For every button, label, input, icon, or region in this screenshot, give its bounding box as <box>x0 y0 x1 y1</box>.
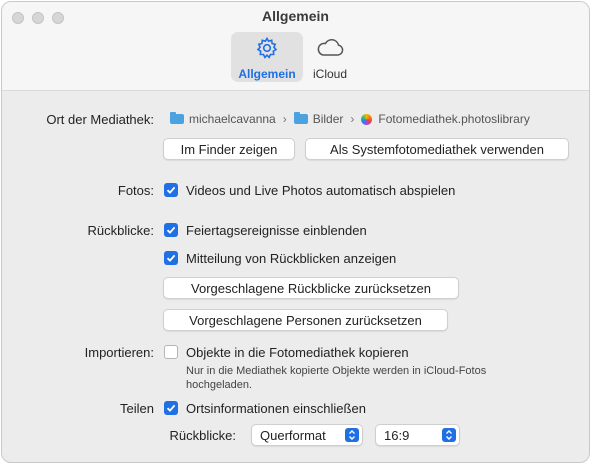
tab-allgemein-label: Allgemein <box>238 67 296 81</box>
memory-notifications-label: Mitteilung von Rückblicken anzeigen <box>186 251 397 266</box>
folder-icon <box>293 112 308 124</box>
path-segment-user: michaelcavanna <box>189 112 276 126</box>
path-segment-library: Fotomediathek.photoslibrary <box>378 112 530 126</box>
window-title: Allgemein <box>262 8 329 24</box>
path-separator-icon: › <box>350 112 355 126</box>
share-memories-label: Rückblicke: <box>169 428 236 443</box>
memories-label: Rückblicke: <box>87 223 154 238</box>
reset-suggested-people-button[interactable]: Vorgeschlagene Personen zurücksetzen <box>163 309 448 331</box>
memory-format-popup[interactable]: Querformat <box>251 424 363 446</box>
path-segment-pictures: Bilder <box>312 112 344 126</box>
checkmark-icon <box>166 186 176 194</box>
tab-icloud-label: iCloud <box>312 67 348 81</box>
gear-icon <box>255 36 279 65</box>
autoplay-checkbox[interactable] <box>164 183 178 197</box>
memory-format-value: Querformat <box>260 427 326 443</box>
cloud-icon <box>315 36 345 65</box>
share-label: Teilen <box>120 401 154 416</box>
import-note-line-1: Nur in die Mediathek kopierte Objekte we… <box>186 365 487 377</box>
holidays-label: Feiertagsereignisse einblenden <box>186 223 367 238</box>
tab-icloud[interactable]: iCloud <box>306 32 354 82</box>
preferences-window: Allgemein Allgemein iCloud Ort der Media… <box>1 1 590 463</box>
aspect-ratio-value: 16:9 <box>384 427 410 443</box>
checkmark-icon <box>166 254 176 262</box>
chevron-updown-icon <box>345 428 359 442</box>
import-note-line-2: hochgeladen. <box>186 379 253 391</box>
library-location-label: Ort der Mediathek: <box>46 112 154 127</box>
holidays-checkbox[interactable] <box>164 223 178 237</box>
general-pane: Ort der Mediathek: michaelcavanna › Bild… <box>2 90 589 462</box>
tab-allgemein[interactable]: Allgemein <box>231 32 303 82</box>
checkmark-icon <box>166 226 176 234</box>
aspect-ratio-popup[interactable]: 16:9 <box>375 424 460 446</box>
import-label: Importieren: <box>84 345 154 360</box>
show-in-finder-button[interactable]: Im Finder zeigen <box>163 138 295 160</box>
memory-notifications-checkbox[interactable] <box>164 251 178 265</box>
checkmark-icon <box>166 404 176 412</box>
include-location-checkbox[interactable] <box>164 401 178 415</box>
toolbar: Allgemein Allgemein iCloud <box>2 2 589 91</box>
copy-to-library-checkbox[interactable] <box>164 345 178 359</box>
photos-library-icon <box>361 113 373 125</box>
autoplay-label: Videos und Live Photos automatisch abspi… <box>186 183 456 198</box>
use-as-system-library-button[interactable]: Als Systemfotomediathek verwenden <box>305 138 569 160</box>
copy-to-library-label: Objekte in die Fotomediathek kopieren <box>186 345 409 360</box>
folder-icon <box>170 112 184 124</box>
chevron-updown-icon <box>442 428 456 442</box>
include-location-label: Ortsinformationen einschließen <box>186 401 366 416</box>
path-separator-icon: › <box>282 112 287 126</box>
reset-suggested-memories-button[interactable]: Vorgeschlagene Rückblicke zurücksetzen <box>163 277 459 299</box>
photos-label: Fotos: <box>117 183 154 198</box>
library-path: michaelcavanna › Bilder › Fotomediathek.… <box>170 112 530 126</box>
